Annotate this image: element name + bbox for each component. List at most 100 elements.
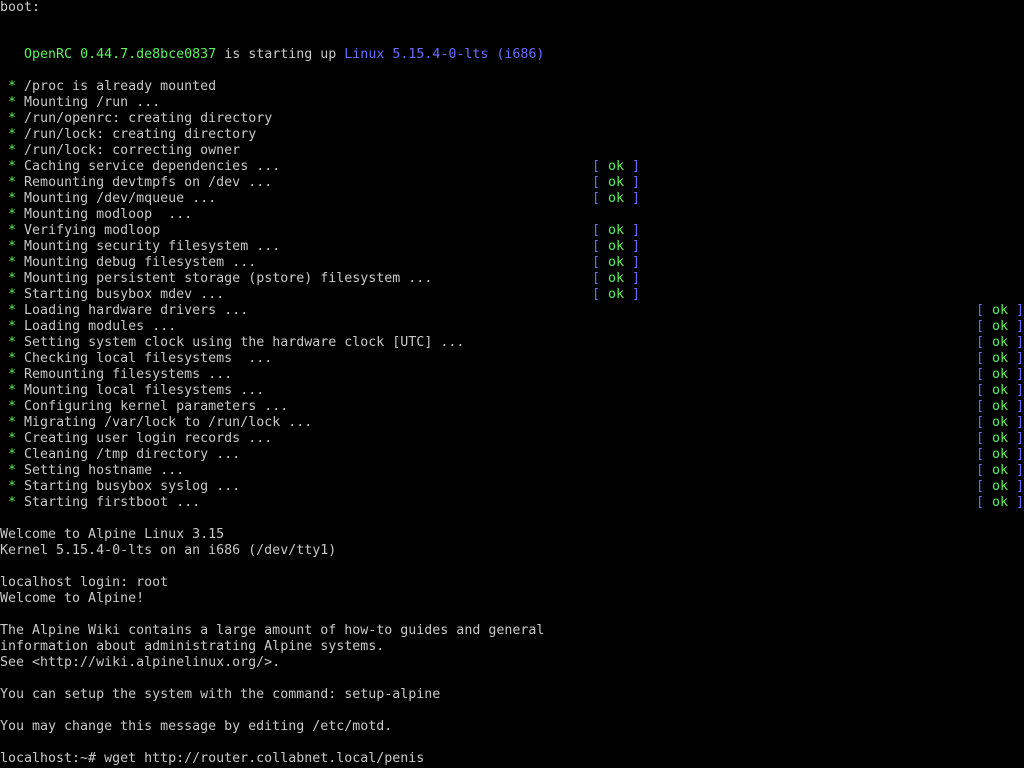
status-bracket-close: ] — [624, 271, 641, 286]
boot-log-line: * Verifying modloop — [0, 223, 160, 239]
status-ok-label: ok — [992, 367, 1009, 382]
status-bracket-open: [ — [976, 479, 993, 494]
boot-log-line: * Mounting /dev/mqueue ... — [0, 191, 216, 207]
boot-star-icon: * — [8, 303, 17, 318]
boot-star-icon: * — [8, 287, 17, 302]
status-bracket-open: [ — [592, 255, 609, 270]
status-bracket-close: ] — [624, 287, 641, 302]
boot-log-text: Mounting modloop ... — [24, 207, 193, 222]
openrc-starting-text: is starting up — [224, 47, 337, 62]
status-bracket-close: ] — [1008, 303, 1024, 318]
boot-star-icon: * — [8, 175, 17, 190]
login-welcome: Welcome to Alpine! — [0, 591, 145, 606]
status-bracket-open: [ — [592, 223, 609, 238]
welcome-line-1: Welcome to Alpine Linux 3.15 — [0, 527, 225, 542]
boot-star-icon: * — [8, 415, 17, 430]
status-bracket-close: ] — [1008, 335, 1024, 350]
status-ok-label: ok — [608, 287, 625, 302]
status-ok-label: ok — [608, 223, 625, 238]
boot-log-line: * Mounting /run ... — [0, 95, 160, 111]
status-bracket-close: ] — [1008, 351, 1024, 366]
boot-log-line: * Mounting debug filesystem ... — [0, 255, 256, 271]
shell-prompt: localhost:~# — [0, 751, 105, 766]
status-ok-label: ok — [608, 255, 625, 270]
boot-star-icon: * — [8, 95, 17, 110]
status-bracket-close: ] — [624, 255, 641, 270]
boot-status-ok: [ ok ] — [592, 175, 640, 191]
shell-command[interactable]: wget http://router.collabnet.local/penis — [104, 751, 424, 766]
motd-line-2: information about administrating Alpine … — [0, 639, 385, 654]
boot-log-line: * /run/lock: correcting owner — [0, 143, 240, 159]
status-ok-label: ok — [992, 319, 1009, 334]
boot-log-text: Starting firstboot ... — [24, 495, 201, 510]
status-bracket-close: ] — [624, 175, 641, 190]
boot-log-text: Mounting /run ... — [24, 95, 161, 110]
kernel-version: Linux 5.15.4-0-lts (i686) — [344, 47, 545, 62]
status-bracket-open: [ — [976, 303, 993, 318]
boot-log-text: Remounting filesystems ... — [24, 367, 233, 382]
boot-star-icon: * — [8, 255, 17, 270]
boot-log-text: Setting hostname ... — [24, 463, 185, 478]
openrc-name: OpenRC — [24, 47, 73, 62]
status-bracket-open: [ — [592, 175, 609, 190]
boot-star-icon: * — [8, 191, 17, 206]
boot-log-text: Cleaning /tmp directory ... — [24, 447, 241, 462]
boot-star-icon: * — [8, 207, 17, 222]
boot-log-text: Starting busybox syslog ... — [24, 479, 241, 494]
shell-input-line[interactable]: localhost:~# wget http://router.collabne… — [0, 751, 424, 767]
status-bracket-open: [ — [976, 495, 993, 510]
openrc-version: 0.44.7.de8bce0837 — [80, 47, 217, 62]
status-ok-label: ok — [992, 303, 1009, 318]
boot-status-ok: [ ok ] — [976, 351, 1024, 367]
status-bracket-open: [ — [976, 351, 993, 366]
status-bracket-close: ] — [624, 159, 641, 174]
boot-log-text: /run/lock: creating directory — [24, 127, 257, 142]
boot-status-ok: [ ok ] — [592, 239, 640, 255]
status-ok-label: ok — [992, 399, 1009, 414]
boot-log-text: /run/lock: correcting owner — [24, 143, 241, 158]
boot-log-line: * Remounting devtmpfs on /dev ... — [0, 175, 272, 191]
status-bracket-close: ] — [1008, 479, 1024, 494]
boot-status-ok: [ ok ] — [592, 271, 640, 287]
motd-line-1: The Alpine Wiki contains a large amount … — [0, 623, 545, 638]
boot-log-text: Loading hardware drivers ... — [24, 303, 249, 318]
status-bracket-open: [ — [592, 159, 609, 174]
openrc-banner: OpenRC 0.44.7.de8bce0837 is starting up … — [0, 47, 544, 63]
status-bracket-open: [ — [976, 463, 993, 478]
status-bracket-open: [ — [592, 191, 609, 206]
boot-log-text: Configuring kernel parameters ... — [24, 399, 289, 414]
status-ok-label: ok — [992, 447, 1009, 462]
boot-log-text: Caching service dependencies ... — [24, 159, 281, 174]
boot-star-icon: * — [8, 271, 17, 286]
status-ok-label: ok — [608, 159, 625, 174]
boot-status-ok: [ ok ] — [976, 399, 1024, 415]
status-bracket-open: [ — [976, 319, 993, 334]
boot-log-line: * Starting busybox mdev ... — [0, 287, 224, 303]
status-ok-label: ok — [992, 495, 1009, 510]
boot-star-icon: * — [8, 383, 17, 398]
boot-status-ok: [ ok ] — [976, 463, 1024, 479]
boot-star-icon: * — [8, 223, 17, 238]
status-ok-label: ok — [608, 191, 625, 206]
status-ok-label: ok — [992, 431, 1009, 446]
status-bracket-open: [ — [976, 383, 993, 398]
motd-line-3: See <http://wiki.alpinelinux.org/>. — [0, 655, 281, 670]
boot-star-icon: * — [8, 239, 17, 254]
boot-log-line: * /run/openrc: creating directory — [0, 111, 272, 127]
boot-log-text: Verifying modloop — [24, 223, 161, 238]
boot-status-ok: [ ok ] — [976, 495, 1024, 511]
boot-star-icon: * — [8, 399, 17, 414]
boot-log-line: * Setting system clock using the hardwar… — [0, 335, 464, 351]
boot-star-icon: * — [8, 111, 17, 126]
boot-star-icon: * — [8, 447, 17, 462]
login-line: localhost login: root — [0, 575, 169, 590]
boot-log-line: * Mounting security filesystem ... — [0, 239, 280, 255]
boot-log-line: * Starting firstboot ... — [0, 495, 200, 511]
status-bracket-open: [ — [592, 271, 609, 286]
boot-log-line: * Caching service dependencies ... — [0, 159, 280, 175]
motd-line-4: You can setup the system with the comman… — [0, 687, 441, 702]
boot-log-text: Checking local filesystems ... — [24, 351, 273, 366]
terminal-console[interactable]: boot: OpenRC 0.44.7.de8bce0837 is starti… — [0, 0, 1024, 768]
boot-log-line: * Migrating /var/lock to /run/lock ... — [0, 415, 312, 431]
boot-log-text: Mounting persistent storage (pstore) fil… — [24, 271, 433, 286]
